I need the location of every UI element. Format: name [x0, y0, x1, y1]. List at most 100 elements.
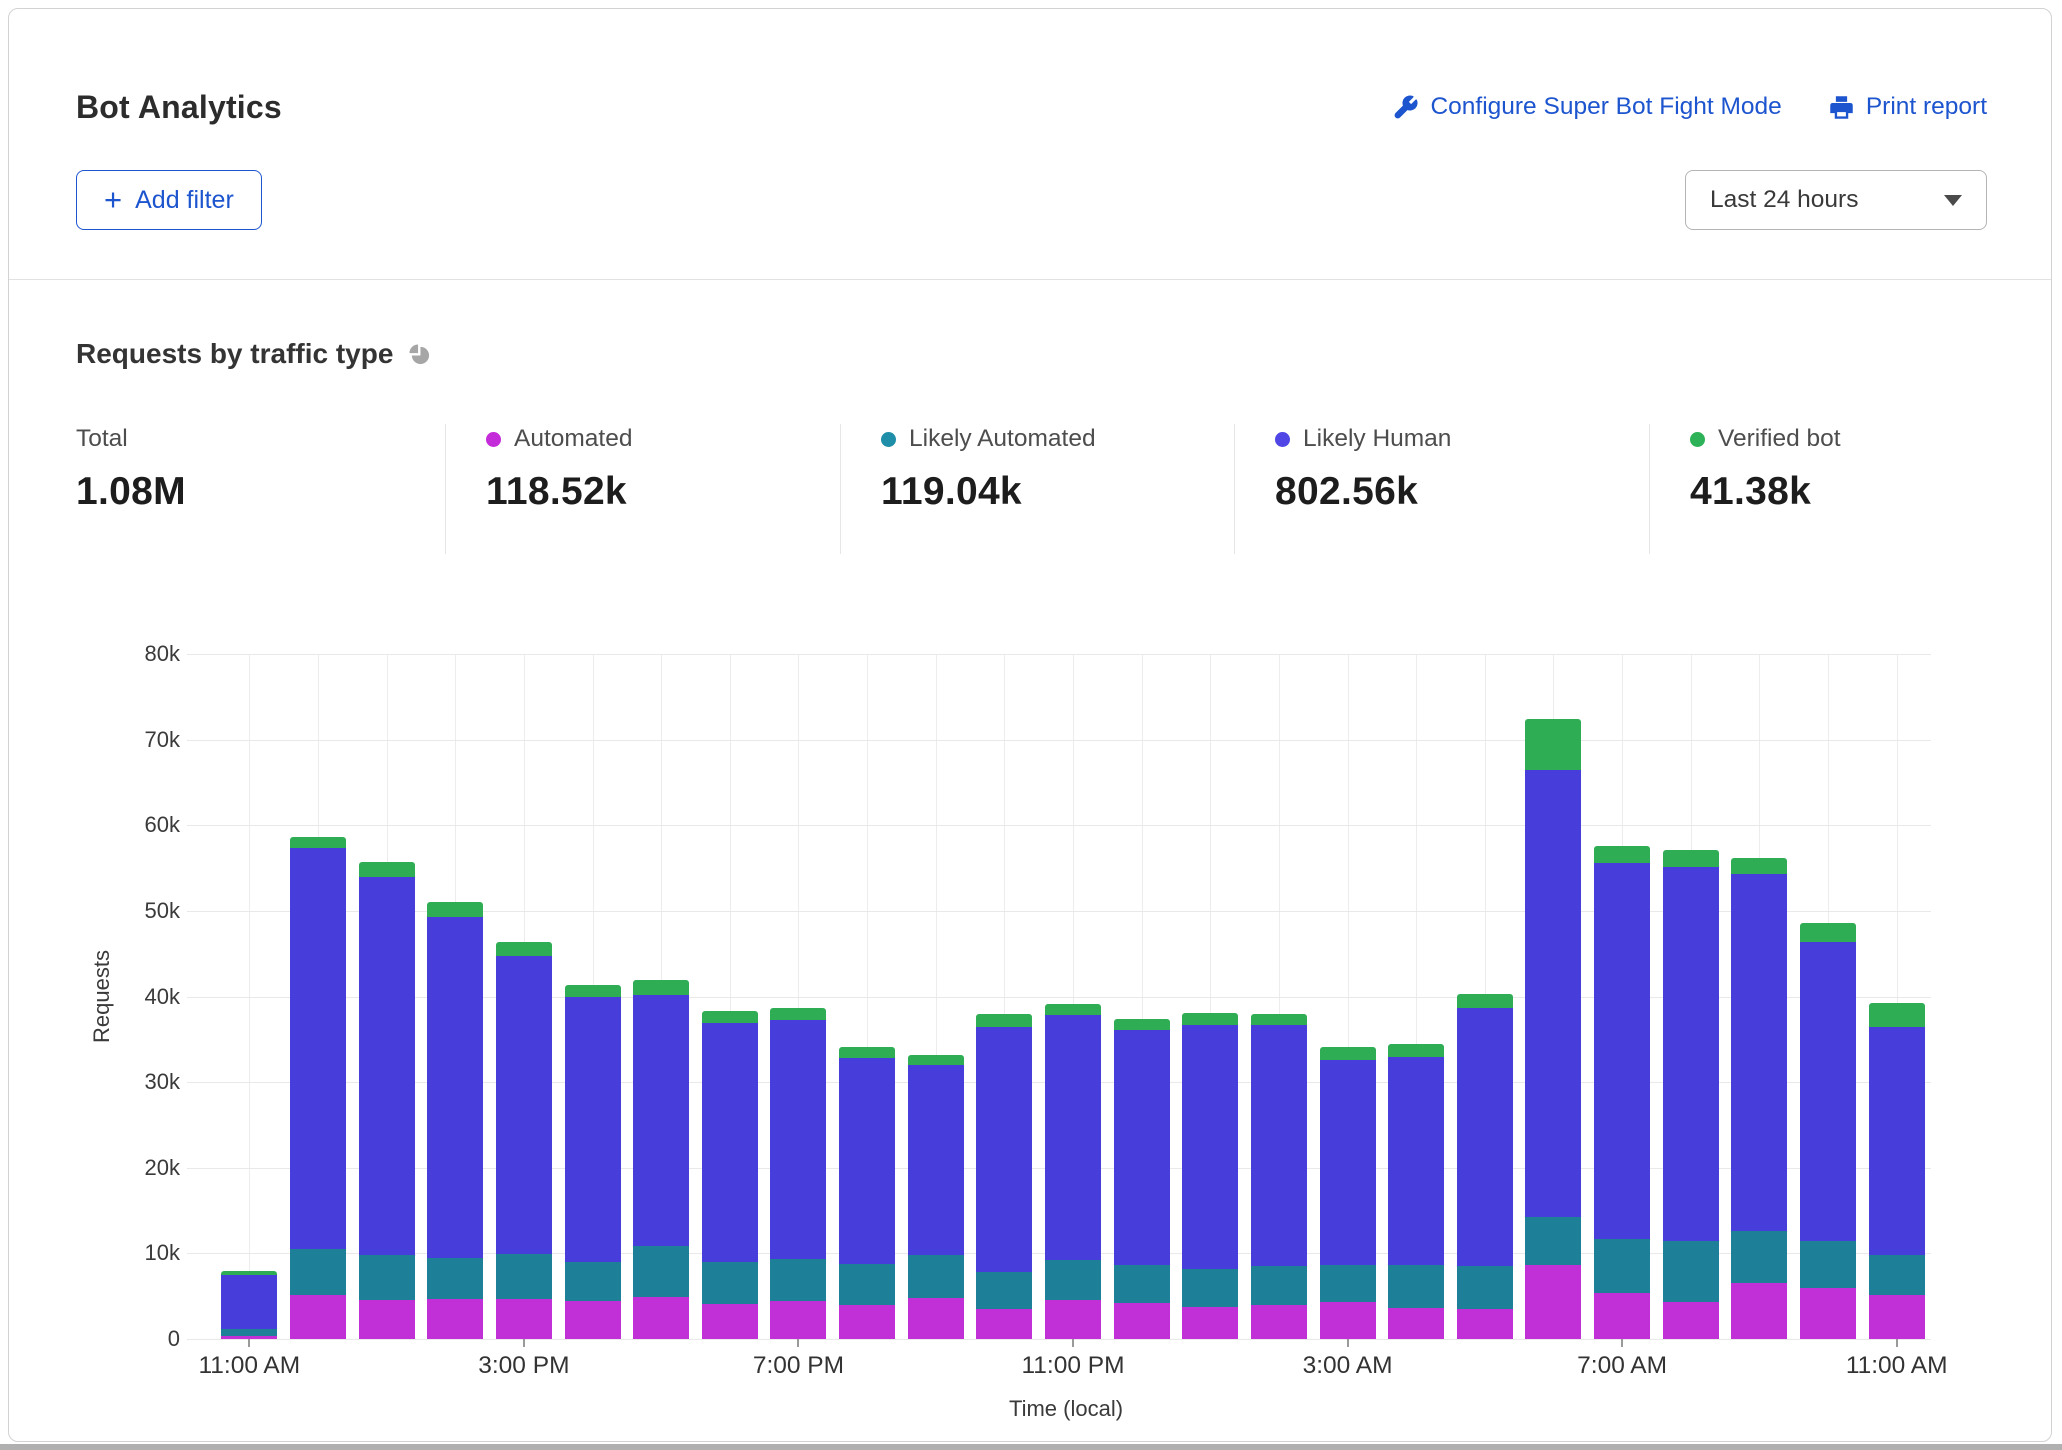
chart-bar[interactable] — [1045, 1004, 1101, 1339]
stat-value: 119.04k — [881, 470, 1234, 514]
bar-segment-verified-bot — [290, 837, 346, 848]
bar-segment-automated — [976, 1309, 1032, 1339]
y-tick-label: 20k — [145, 1155, 180, 1181]
likely-automated-dot-icon — [881, 432, 896, 447]
stat-total: Total 1.08M — [76, 424, 445, 554]
chart-bar[interactable] — [221, 1271, 277, 1339]
bar-segment-likely-human — [1731, 874, 1787, 1231]
bar-segment-verified-bot — [1525, 719, 1581, 770]
chevron-down-icon — [1944, 195, 1962, 206]
time-range-value: Last 24 hours — [1710, 186, 1858, 214]
add-filter-label: Add filter — [135, 186, 234, 215]
chart-bar[interactable] — [1800, 923, 1856, 1339]
x-tick-mark — [523, 1339, 525, 1347]
x-tick-label: 7:00 PM — [753, 1352, 844, 1380]
time-range-dropdown[interactable]: Last 24 hours — [1685, 170, 1987, 230]
chart-bar[interactable] — [976, 1014, 1032, 1339]
bar-segment-verified-bot — [496, 942, 552, 956]
bar-segment-automated — [1869, 1295, 1925, 1340]
chart-bar[interactable] — [1457, 994, 1513, 1339]
bar-segment-likely-human — [496, 956, 552, 1255]
stat-likely-automated: Likely Automated 119.04k — [840, 424, 1234, 554]
add-filter-button[interactable]: + Add filter — [76, 170, 262, 230]
stat-value: 118.52k — [486, 470, 840, 514]
chart-bar[interactable] — [839, 1047, 895, 1339]
bar-segment-likely-human — [1663, 867, 1719, 1241]
bar-segment-verified-bot — [427, 902, 483, 917]
section-title: Requests by traffic type — [76, 338, 393, 370]
bar-segment-likely-automated — [1182, 1269, 1238, 1308]
chart-bar[interactable] — [1251, 1014, 1307, 1339]
chart-bar[interactable] — [633, 980, 689, 1339]
chart-bar[interactable] — [1594, 846, 1650, 1339]
bar-segment-likely-human — [1251, 1025, 1307, 1267]
chart-bar[interactable] — [1663, 850, 1719, 1339]
bar-segment-verified-bot — [1594, 846, 1650, 863]
bar-segment-automated — [427, 1299, 483, 1339]
chart-bar[interactable] — [427, 902, 483, 1339]
likely-human-dot-icon — [1275, 432, 1290, 447]
x-tick-label: 11:00 AM — [198, 1352, 300, 1380]
bar-segment-likely-automated — [290, 1249, 346, 1294]
y-tick-label: 30k — [145, 1069, 180, 1095]
bar-segment-likely-automated — [1114, 1265, 1170, 1303]
chart-bar[interactable] — [1869, 1003, 1925, 1339]
bar-slot — [421, 654, 490, 1339]
card-header: Bot Analytics Configure Super Bot Fight … — [9, 9, 2051, 279]
bar-segment-likely-human — [221, 1275, 277, 1329]
bar-segment-automated — [1320, 1302, 1376, 1339]
bar-segment-likely-automated — [427, 1258, 483, 1299]
bar-segment-likely-automated — [839, 1264, 895, 1305]
x-tick-label: 7:00 AM — [1577, 1352, 1667, 1380]
chart-bar[interactable] — [1731, 858, 1787, 1339]
configure-link-label: Configure Super Bot Fight Mode — [1430, 93, 1781, 121]
bar-segment-likely-automated — [908, 1255, 964, 1298]
bar-segment-verified-bot — [1869, 1003, 1925, 1026]
print-report-link[interactable]: Print report — [1828, 93, 1987, 121]
bar-segment-verified-bot — [565, 985, 621, 997]
bar-segment-likely-automated — [976, 1272, 1032, 1309]
bar-segment-verified-bot — [1731, 858, 1787, 874]
verified-bot-dot-icon — [1690, 432, 1705, 447]
requests-chart: Requests 80k70k60k50k40k30k20k10k0 11:00… — [76, 584, 1987, 1442]
bar-segment-likely-automated — [1388, 1265, 1444, 1308]
chart-bar[interactable] — [1182, 1013, 1238, 1339]
bar-slot — [1725, 654, 1794, 1339]
bar-segment-likely-human — [1457, 1008, 1513, 1267]
bar-segment-automated — [1800, 1288, 1856, 1339]
configure-super-bot-fight-mode-link[interactable]: Configure Super Bot Fight Mode — [1392, 93, 1781, 121]
bar-segment-likely-human — [427, 917, 483, 1258]
chart-bar[interactable] — [1388, 1044, 1444, 1339]
bar-segment-likely-automated — [1525, 1217, 1581, 1265]
bar-segment-verified-bot — [1182, 1013, 1238, 1025]
bar-segment-automated — [290, 1295, 346, 1340]
bar-segment-automated — [908, 1298, 964, 1339]
bar-slot — [284, 654, 353, 1339]
bar-segment-likely-automated — [221, 1329, 277, 1336]
bar-slot — [627, 654, 696, 1339]
print-link-label: Print report — [1866, 93, 1987, 121]
chart-bar[interactable] — [565, 985, 621, 1339]
chart-bar[interactable] — [1320, 1047, 1376, 1339]
chart-bar[interactable] — [770, 1008, 826, 1339]
requests-section: Requests by traffic type Total 1.08M — [9, 280, 2051, 1442]
bar-segment-verified-bot — [633, 980, 689, 995]
y-tick-label: 40k — [145, 984, 180, 1010]
chart-bar[interactable] — [908, 1055, 964, 1339]
bar-segment-likely-human — [633, 995, 689, 1246]
chart-bar[interactable] — [1114, 1019, 1170, 1339]
bar-segment-likely-automated — [359, 1255, 415, 1300]
automated-dot-icon — [486, 432, 501, 447]
bot-analytics-screen: Bot Analytics Configure Super Bot Fight … — [0, 0, 2062, 1450]
chart-bar[interactable] — [1525, 719, 1581, 1339]
chart-bar[interactable] — [359, 862, 415, 1339]
bar-slot — [1588, 654, 1657, 1339]
bar-segment-likely-human — [1869, 1027, 1925, 1256]
bar-segment-likely-automated — [1800, 1241, 1856, 1288]
bar-slot — [1519, 654, 1588, 1339]
bar-segment-likely-human — [702, 1023, 758, 1262]
h-gridline — [187, 825, 1931, 826]
chart-bar[interactable] — [702, 1011, 758, 1339]
chart-bar[interactable] — [290, 837, 346, 1339]
chart-bar[interactable] — [496, 942, 552, 1339]
